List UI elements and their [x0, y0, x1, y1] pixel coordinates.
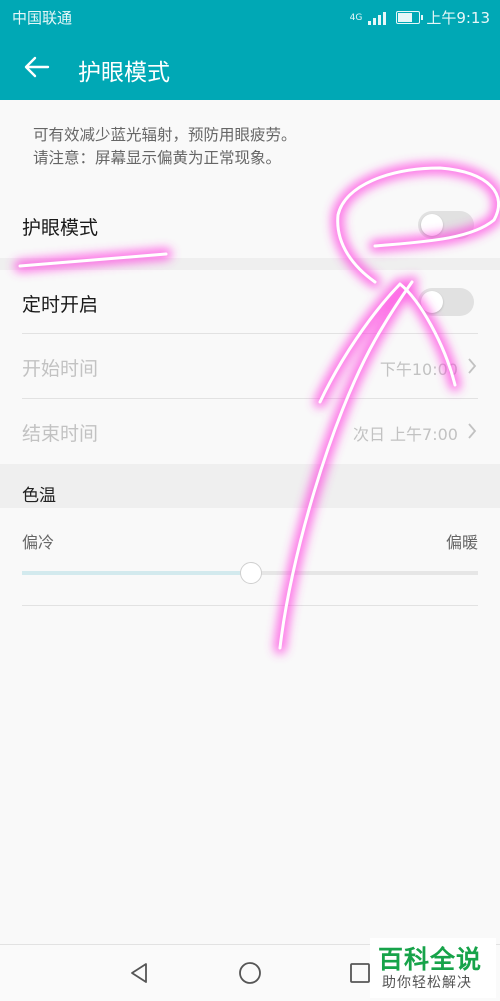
- chevron-right-icon: [468, 423, 477, 439]
- battery-level: [398, 13, 413, 22]
- carrier-name: 中国联通: [12, 9, 73, 27]
- divider: [22, 605, 478, 606]
- app-bar: 护眼模式: [0, 34, 500, 100]
- eye-comfort-toggle[interactable]: [418, 211, 474, 239]
- start-time-value: 下午10:00: [379, 360, 458, 379]
- end-time-row[interactable]: 结束时间 次日 上午7:00: [22, 399, 478, 463]
- status-bar: 中国联通 4G 上午9:13: [0, 0, 500, 34]
- eye-comfort-row[interactable]: 护眼模式: [22, 193, 478, 257]
- cool-label: 偏冷: [22, 533, 55, 552]
- eye-comfort-label: 护眼模式: [22, 217, 99, 239]
- description-line-2: 请注意：屏幕显示偏黄为正常现象。: [33, 149, 282, 167]
- network-type: 4G: [349, 12, 363, 23]
- home-circle-icon[interactable]: [236, 959, 264, 987]
- back-arrow-icon[interactable]: [22, 52, 52, 82]
- scheduled-row[interactable]: 定时开启: [22, 270, 478, 334]
- end-time-value: 次日 上午7:00: [352, 425, 458, 444]
- page-title: 护眼模式: [78, 60, 170, 86]
- clock: 上午9:13: [426, 9, 490, 27]
- warm-label: 偏暖: [445, 533, 478, 552]
- color-temperature-slider[interactable]: [22, 562, 478, 584]
- back-triangle-icon[interactable]: [126, 959, 154, 987]
- signal-icon: [368, 11, 390, 25]
- feature-description: 可有效减少蓝光辐射，预防用眼疲劳。 请注意：屏幕显示偏黄为正常现象。: [33, 124, 297, 170]
- start-time-row[interactable]: 开始时间 下午10:00: [22, 334, 478, 398]
- scheduled-toggle[interactable]: [418, 288, 474, 316]
- end-time-label: 结束时间: [22, 423, 99, 445]
- slider-fill: [22, 571, 250, 575]
- description-line-1: 可有效减少蓝光辐射，预防用眼疲劳。: [33, 126, 297, 144]
- toggle-knob: [421, 291, 443, 313]
- status-icons: 4G 上午9:13: [350, 7, 490, 28]
- scheduled-label: 定时开启: [22, 294, 99, 316]
- chevron-right-icon: [468, 358, 477, 374]
- color-temperature-title: 色温: [22, 486, 56, 506]
- toggle-knob: [421, 214, 443, 236]
- watermark-logo: 百科全说 助你轻松解决: [370, 938, 496, 998]
- watermark-subtitle: 助你轻松解决: [382, 975, 472, 991]
- start-time-label: 开始时间: [22, 358, 99, 380]
- watermark-title: 百科全说: [378, 945, 483, 974]
- battery-icon: [396, 11, 424, 24]
- slider-thumb[interactable]: [240, 562, 262, 584]
- section-separator: [0, 258, 500, 270]
- color-temperature-header: [0, 464, 500, 508]
